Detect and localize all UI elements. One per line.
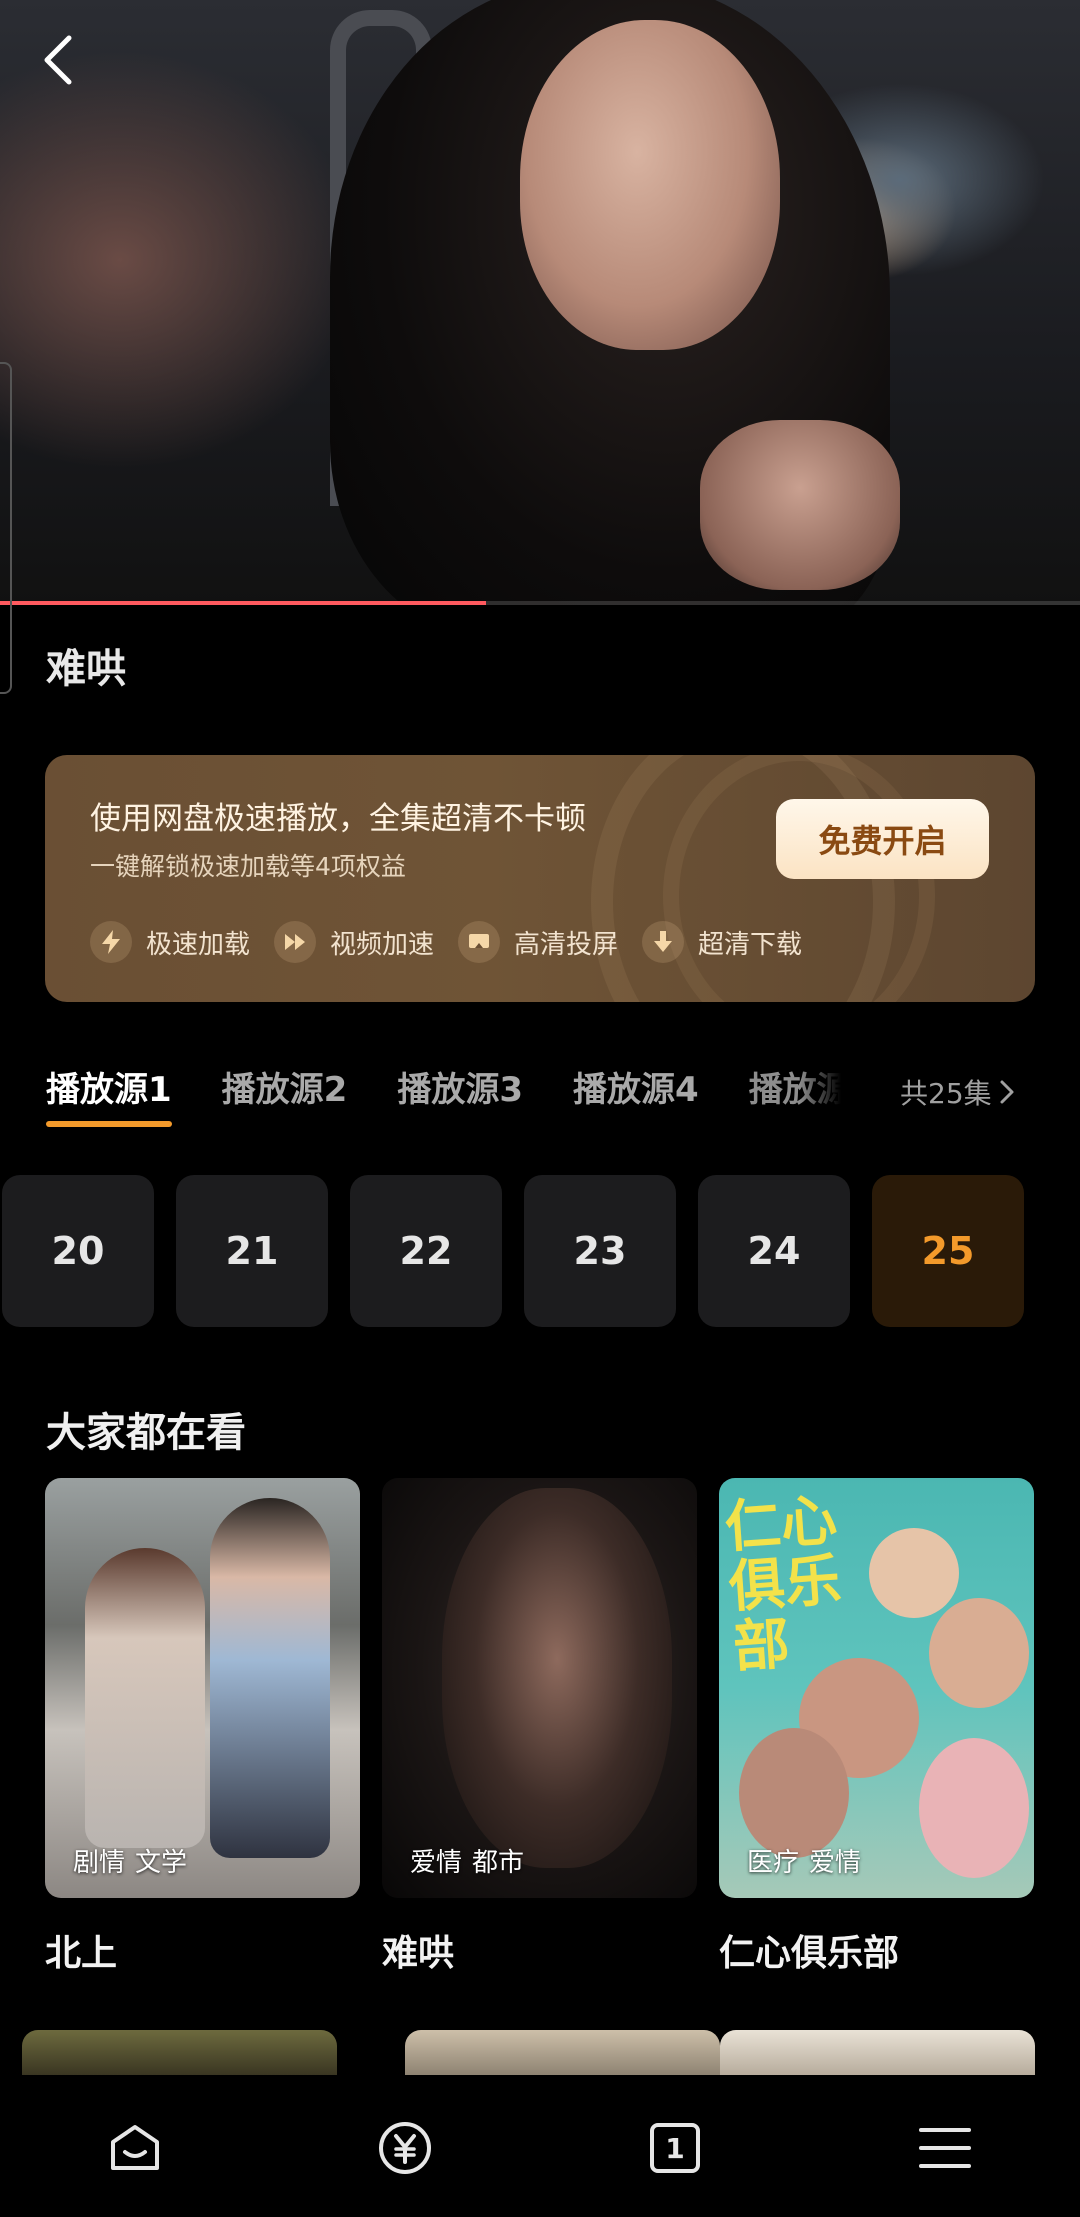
poster-figure	[442, 1488, 672, 1868]
episode-button-current[interactable]: 25	[872, 1175, 1024, 1327]
yen-icon	[379, 2122, 431, 2174]
poster-title-art: 仁心俱乐部	[722, 1486, 844, 1681]
card-tags: 爱情 都市	[410, 1842, 534, 1879]
menu-icon	[919, 2128, 971, 2168]
card-tags: 医疗 爱情	[747, 1842, 871, 1879]
card-poster: 爱情 都市	[382, 1478, 697, 1898]
poster-figure	[85, 1548, 205, 1848]
video-player[interactable]	[0, 0, 1080, 605]
card-title: 北上	[45, 1933, 118, 1974]
card-tag: 剧情	[73, 1848, 126, 1878]
perk-label: 极速加载	[146, 929, 251, 960]
card-title: 仁心俱乐部	[719, 1933, 900, 1974]
episode-button[interactable]: 22	[350, 1175, 502, 1327]
perk-label: 视频加速	[330, 929, 435, 960]
card-tag: 爱情	[410, 1848, 463, 1878]
tabs-count-icon: 1	[650, 2123, 700, 2173]
card-title: 难哄	[382, 1933, 455, 1974]
recommend-cards: 剧情 文学 北上 爱情 都市 难哄 仁心俱乐部 医疗 爱情 仁心俱乐部	[45, 1478, 1034, 1976]
card-tag: 爱情	[809, 1848, 862, 1878]
card-poster-partial[interactable]	[720, 2030, 1035, 2075]
nav-menu[interactable]	[910, 2113, 980, 2183]
tab-source-4[interactable]: 播放源4	[573, 1062, 699, 1111]
promo-main-text: 使用网盘极速播放，全集超清不卡顿	[90, 801, 586, 837]
perk-item: 视频加速	[274, 921, 434, 963]
recommend-card[interactable]: 仁心俱乐部 医疗 爱情 仁心俱乐部	[719, 1478, 1034, 1976]
episode-button[interactable]: 23	[524, 1175, 676, 1327]
video-progress-fill	[0, 601, 486, 605]
bottom-navigation: 1	[0, 2075, 1080, 2217]
nav-tabs[interactable]: 1	[640, 2113, 710, 2183]
card-tag: 文学	[135, 1848, 188, 1878]
nav-yen[interactable]	[370, 2113, 440, 2183]
source-tabs: 播放源1 播放源2 播放源3 播放源4 播放源5	[46, 1062, 891, 1127]
video-frame-face	[520, 20, 780, 350]
promo-sub-text: 一键解锁极速加载等4项权益	[90, 852, 406, 881]
fast-forward-icon	[274, 921, 317, 963]
card-tag: 都市	[472, 1848, 525, 1878]
tab-source-1[interactable]: 播放源1	[46, 1062, 172, 1127]
perk-item: 极速加载	[90, 921, 250, 963]
lightning-icon	[90, 921, 132, 963]
perk-item: 高清投屏	[458, 921, 618, 963]
side-drag-handle[interactable]	[0, 362, 12, 694]
video-title: 难哄	[46, 646, 126, 692]
home-icon	[111, 2125, 159, 2170]
tabs-count: 1	[665, 2131, 685, 2165]
back-button[interactable]	[30, 30, 86, 90]
episode-count-link[interactable]: 共25集	[900, 1072, 1016, 1112]
free-enable-button[interactable]: 免费开启	[776, 799, 989, 879]
download-icon	[642, 921, 685, 963]
next-row-glimpse	[0, 2030, 1080, 2075]
episode-list: 20 21 22 23 24 25	[2, 1175, 1046, 1327]
episode-button[interactable]: 24	[698, 1175, 850, 1327]
episode-button[interactable]: 20	[2, 1175, 154, 1327]
perk-label: 高清投屏	[514, 929, 619, 960]
tab-source-3[interactable]: 播放源3	[397, 1062, 523, 1111]
recommend-section-title: 大家都在看	[46, 1410, 246, 1456]
nav-home[interactable]	[100, 2113, 170, 2183]
poster-figure	[919, 1738, 1029, 1878]
tab-source-5[interactable]: 播放源5	[749, 1062, 841, 1111]
recommend-card[interactable]: 剧情 文学 北上	[45, 1478, 360, 1976]
video-progress-bar[interactable]	[0, 601, 1080, 605]
episode-button[interactable]: 21	[176, 1175, 328, 1327]
poster-figure	[210, 1498, 330, 1858]
chevron-right-icon	[1000, 1080, 1014, 1104]
tab-source-2[interactable]: 播放源2	[222, 1062, 348, 1111]
chevron-left-icon	[44, 35, 72, 85]
card-tags: 剧情 文学	[73, 1842, 197, 1879]
page: 难哄 使用网盘极速播放，全集超清不卡顿 一键解锁极速加载等4项权益 免费开启 极…	[0, 0, 1080, 2217]
poster-figure	[929, 1598, 1029, 1708]
card-poster-partial[interactable]	[22, 2030, 337, 2075]
card-poster: 剧情 文学	[45, 1478, 360, 1898]
card-poster-partial[interactable]	[405, 2030, 720, 2075]
perk-item: 超清下载	[642, 921, 802, 963]
perk-label: 超清下载	[698, 929, 803, 960]
cast-screen-icon	[458, 921, 501, 963]
card-poster: 仁心俱乐部 医疗 爱情	[719, 1478, 1034, 1898]
video-frame-hand	[700, 420, 900, 590]
promo-banner[interactable]: 使用网盘极速播放，全集超清不卡顿 一键解锁极速加载等4项权益 免费开启 极速加载…	[45, 755, 1035, 1002]
episode-count-label: 共25集	[900, 1077, 992, 1110]
promo-perks: 极速加载 视频加速 高清投屏 超清下载	[90, 921, 826, 963]
poster-figure	[739, 1728, 849, 1858]
card-tag: 医疗	[747, 1848, 800, 1878]
recommend-card[interactable]: 爱情 都市 难哄	[382, 1478, 697, 1976]
